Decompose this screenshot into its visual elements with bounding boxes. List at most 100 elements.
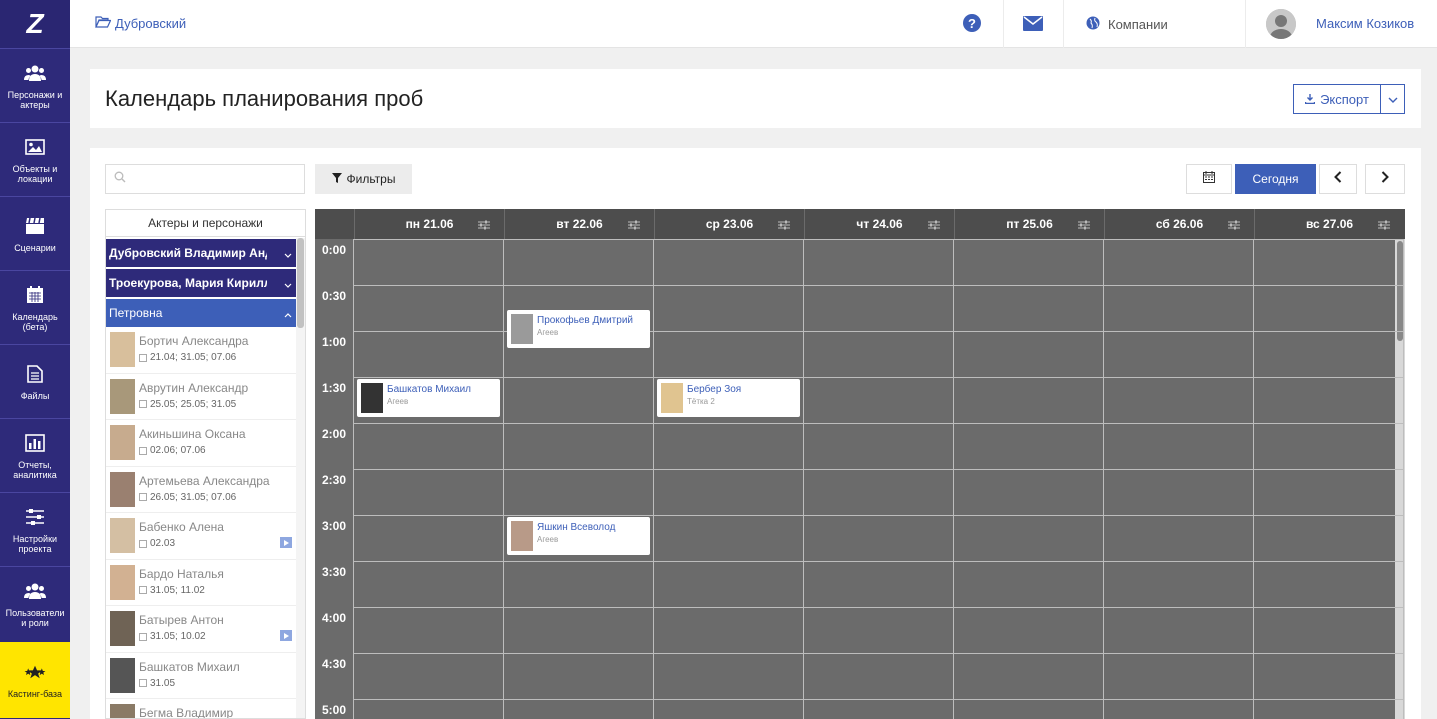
nav-objects-locations[interactable]: Объекты и локации — [0, 122, 70, 196]
grid-line — [354, 699, 1404, 700]
event-actor-name[interactable]: Башкатов Михаил — [387, 384, 471, 395]
chevron-down-icon — [284, 278, 292, 292]
time-label: 2:30 — [321, 473, 347, 487]
actor-photo — [110, 471, 135, 507]
sliders-icon[interactable] — [1378, 219, 1390, 233]
play-video-icon[interactable] — [280, 537, 292, 548]
search-input[interactable] — [132, 172, 302, 186]
export-button[interactable]: Экспорт — [1293, 84, 1381, 114]
audition-event[interactable]: Яшкин Всеволод Агеев — [507, 517, 650, 555]
companies-menu[interactable]: Компании — [1086, 16, 1168, 33]
nav-scenarios[interactable]: Сценарии — [0, 196, 70, 270]
today-button[interactable]: Сегодня — [1235, 164, 1316, 194]
grid-line — [354, 561, 1404, 562]
page-title: Календарь планирования проб — [105, 86, 424, 111]
nav-item-label: Файлы — [20, 390, 50, 401]
sliders-icon[interactable] — [628, 219, 640, 233]
actor-dates-text: 31.05; 10.02 — [150, 631, 206, 642]
nav-casting-base[interactable]: Кастинг-база — [0, 642, 70, 718]
user-name[interactable]: Максим Козиков — [1316, 16, 1414, 31]
export-dropdown-button[interactable] — [1380, 84, 1405, 114]
nav-item-label: Отчеты, аналитика — [13, 459, 57, 480]
audition-event[interactable]: Прокофьев Дмитрий Агеев — [507, 310, 650, 348]
checkbox-icon — [139, 632, 147, 641]
character-row[interactable]: Дубровский Владимир Андреевич — [106, 239, 296, 267]
actor-list-item[interactable]: Бортич Александра 21.04; 31.05; 07.06 — [106, 327, 296, 374]
actor-dates-text: 31.05; 11.02 — [150, 584, 205, 596]
filter-icon — [331, 172, 342, 186]
app-logo[interactable]: Z — [0, 0, 70, 48]
nav-files[interactable]: Файлы — [0, 344, 70, 418]
actor-list-item[interactable]: Аврутин Александр 25.05; 25.05; 31.05 — [106, 374, 296, 420]
actor-list-item[interactable]: Бегма Владимир — [106, 699, 296, 718]
grid-line — [1103, 239, 1104, 719]
nav-characters-actors[interactable]: Персонажи и актеры — [0, 48, 70, 122]
event-role: Тётка 2 — [687, 397, 715, 406]
checkbox-icon — [139, 539, 147, 548]
actor-name: Акиньшина Оксана — [139, 427, 246, 441]
sliders-icon — [24, 506, 46, 528]
day-label: пн 21.06 — [405, 217, 454, 231]
grid-line — [354, 515, 1404, 516]
actor-name: Башкатов Михаил — [139, 659, 240, 674]
prev-week-button[interactable] — [1319, 164, 1357, 194]
event-actor-name[interactable]: Прокофьев Дмитрий — [537, 315, 633, 326]
mail-icon[interactable] — [1023, 16, 1043, 36]
sliders-icon[interactable] — [778, 219, 790, 233]
play-video-icon[interactable] — [280, 630, 292, 641]
actor-list-item[interactable]: Башкатов Михаил 31.05 — [106, 653, 296, 699]
help-icon[interactable]: ? — [963, 14, 981, 32]
grid-line — [953, 239, 954, 719]
sliders-icon[interactable] — [1078, 219, 1090, 233]
sliders-icon[interactable] — [928, 219, 940, 233]
day-label: пт 25.06 — [1006, 217, 1053, 231]
audition-event[interactable]: Башкатов Михаил Агеев — [357, 379, 500, 417]
day-header[interactable]: вс 27.06 — [1254, 209, 1404, 239]
event-actor-name[interactable]: Бербер Зоя — [687, 384, 741, 395]
nav-project-settings[interactable]: Настройки проекта — [0, 492, 70, 566]
actor-dates-text: 02.06; 07.06 — [150, 445, 206, 456]
project-link[interactable]: Дубровский — [95, 16, 186, 31]
filters-button[interactable]: Фильтры — [315, 164, 412, 194]
scrollbar-thumb[interactable] — [297, 238, 304, 328]
divider — [1245, 0, 1246, 48]
audition-event[interactable]: Бербер Зоя Тётка 2 — [657, 379, 800, 417]
actor-name: Артемьева Александра — [139, 473, 270, 488]
day-header[interactable]: сб 26.06 — [1104, 209, 1254, 239]
event-actor-name[interactable]: Яшкин Всеволод — [537, 522, 615, 533]
filters-label: Фильтры — [346, 172, 396, 186]
actor-photo — [110, 657, 135, 693]
character-row[interactable]: Петровна — [106, 299, 296, 327]
nav-calendar[interactable]: Календарь (бета) — [0, 270, 70, 344]
actor-list-item[interactable]: Акиньшина Оксана 02.06; 07.06 — [106, 420, 296, 467]
actor-list-item[interactable]: Артемьева Александра 26.05; 31.05; 07.06 — [106, 467, 296, 513]
actor-list-item[interactable]: Бардо Наталья 31.05; 11.02 — [106, 560, 296, 606]
calendar-picker-button[interactable] — [1186, 164, 1232, 194]
next-week-button[interactable] — [1365, 164, 1405, 194]
calendar-grid: пн 21.06 вт 22.06 ср 23.06 чт 24.06 пт 25.06… — [315, 209, 1405, 719]
grid-line — [353, 239, 354, 719]
nav-casting-label: Кастинг-база — [7, 689, 63, 699]
sliders-icon[interactable] — [1228, 219, 1240, 233]
character-name: Дубровский Владимир Андреевич — [109, 246, 267, 260]
nav-reports[interactable]: Отчеты, аналитика — [0, 418, 70, 492]
actor-dates: 25.05; 25.05; 31.05 — [139, 399, 236, 410]
actors-scrollbar[interactable] — [296, 238, 305, 718]
day-header[interactable]: ср 23.06 — [654, 209, 804, 239]
nav-users-roles[interactable]: Пользователи и роли — [0, 566, 70, 640]
day-header[interactable]: чт 24.06 — [804, 209, 954, 239]
day-header[interactable]: пн 21.06 — [354, 209, 504, 239]
day-header[interactable]: вт 22.06 — [504, 209, 654, 239]
nav-item-label: Сценарии — [14, 242, 56, 253]
download-icon — [1304, 92, 1316, 107]
actor-photo — [361, 383, 383, 413]
actor-list-item[interactable]: Батырев Антон 31.05; 10.02 — [106, 606, 296, 653]
sliders-icon[interactable] — [478, 219, 490, 233]
day-header[interactable]: пт 25.06 — [954, 209, 1104, 239]
character-row[interactable]: Троекурова, Мария Кирилловна — [106, 269, 296, 297]
avatar[interactable] — [1266, 9, 1296, 39]
calendar-header: пн 21.06 вт 22.06 ср 23.06 чт 24.06 пт 25.06… — [315, 209, 1405, 239]
search-box[interactable] — [105, 164, 305, 194]
actor-list-item[interactable]: Бабенко Алена 02.03 — [106, 513, 296, 560]
left-nav: Z Персонажи и актеры Объекты и локации Сце… — [0, 0, 70, 719]
